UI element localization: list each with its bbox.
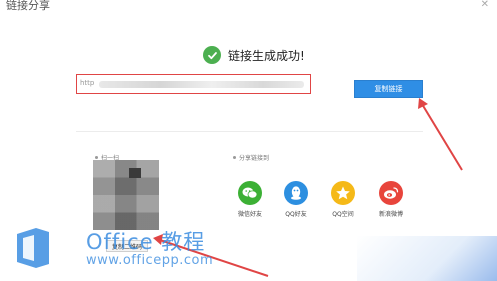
bullet-icon (95, 156, 98, 159)
bullet-icon (233, 156, 236, 159)
section-divider (76, 131, 423, 132)
office-logo-icon (17, 228, 49, 268)
share-link-dialog: 链接分享 ✕ 链接生成成功! http 复制链接 扫一扫 复制二维码 分享链接到… (0, 0, 497, 281)
corner-decoration (357, 236, 497, 281)
share-label-text: 分享链接到 (239, 155, 270, 162)
share-link-field[interactable]: http (76, 74, 311, 94)
share-qzone-button[interactable]: QQ空间 (323, 181, 363, 218)
dialog-title: 链接分享 (6, 0, 50, 12)
share-section-label: 分享链接到 (233, 153, 269, 162)
success-banner: 链接生成成功! (203, 46, 305, 64)
qzone-icon (331, 181, 355, 205)
share-qzone-label: QQ空间 (332, 211, 354, 218)
wechat-icon (238, 181, 262, 205)
watermark: Office 教程 www.officepp.com (10, 224, 250, 276)
success-message: 链接生成成功! (228, 48, 305, 63)
arrow-to-copy-link (418, 98, 463, 171)
weibo-icon (379, 181, 403, 205)
share-link-value: http (80, 79, 95, 87)
watermark-brand: Office 教程 (86, 230, 206, 254)
share-qq-label: QQ好友 (285, 211, 307, 218)
qq-icon (284, 181, 308, 205)
share-weibo-button[interactable]: 新浪微博 (371, 181, 411, 218)
watermark-url: www.officepp.com (86, 253, 214, 268)
check-circle-icon (203, 46, 221, 64)
close-icon[interactable]: ✕ (481, 0, 489, 10)
qr-code-image (93, 160, 159, 230)
share-weibo-label: 新浪微博 (378, 211, 403, 218)
share-wechat-label: 微信好友 (237, 211, 262, 218)
share-qq-button[interactable]: QQ好友 (276, 181, 316, 218)
copy-link-button[interactable]: 复制链接 (354, 80, 423, 98)
blurred-link-text (99, 81, 304, 88)
share-wechat-button[interactable]: 微信好友 (230, 181, 270, 218)
